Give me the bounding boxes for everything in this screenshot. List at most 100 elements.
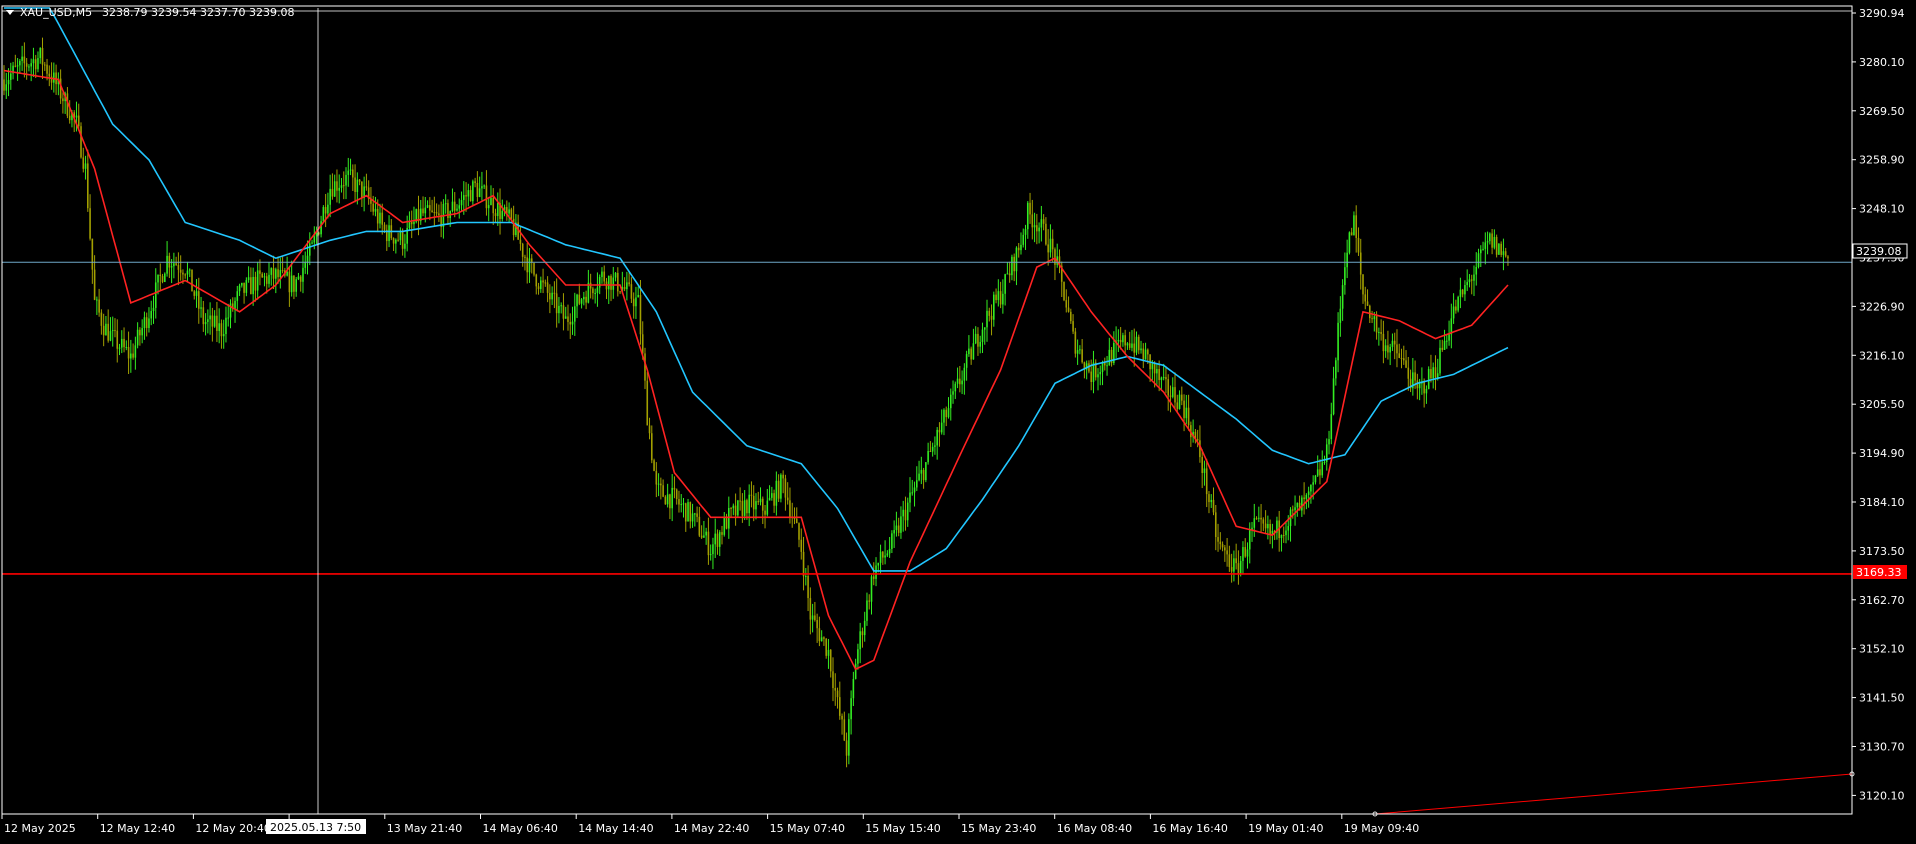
- candle-body: [148, 318, 150, 328]
- candle-body: [999, 291, 1002, 305]
- price-tick-label: 3280.10: [1859, 56, 1905, 69]
- candle-body: [564, 316, 567, 319]
- candle-body: [1504, 251, 1507, 257]
- candle-body: [141, 328, 143, 336]
- candle-body: [1156, 369, 1158, 374]
- candle-body: [759, 498, 762, 503]
- candle-body: [130, 353, 132, 359]
- candle-body: [207, 319, 209, 322]
- candle-body: [268, 274, 270, 284]
- candle-body: [1271, 530, 1274, 534]
- candle-body: [823, 637, 825, 639]
- candle-body: [41, 48, 44, 65]
- candle-body: [1008, 273, 1011, 276]
- candle-body: [510, 209, 513, 219]
- candle-body: [979, 341, 982, 347]
- candle-body: [490, 197, 492, 206]
- candle-body: [444, 203, 447, 205]
- candle-body: [521, 243, 524, 257]
- candle-body: [1219, 541, 1222, 545]
- candle-body: [723, 517, 726, 535]
- candle-body: [209, 315, 211, 320]
- candle-body: [1090, 371, 1092, 383]
- candle-body: [949, 394, 952, 409]
- candle-body: [302, 267, 304, 282]
- candle-body: [1124, 335, 1126, 346]
- candle-body: [1341, 285, 1344, 309]
- candle-body: [14, 65, 17, 67]
- candle-body: [213, 315, 216, 327]
- candle-body: [462, 195, 465, 201]
- candle-body: [1002, 293, 1004, 305]
- candle-body: [705, 531, 707, 536]
- price-tick-label: 3269.50: [1859, 105, 1905, 118]
- candle-body: [1380, 332, 1382, 334]
- candle-body: [650, 433, 653, 461]
- price-chart[interactable]: 3290.943280.103269.503258.903248.103237.…: [0, 0, 1916, 840]
- chart-header: XAU_USD,M5 3238.79 3239.54 3237.70 3239.…: [6, 6, 294, 19]
- candle-body: [1063, 281, 1065, 301]
- candle-body: [1126, 343, 1129, 346]
- candle-body: [1366, 301, 1369, 306]
- candle-body: [164, 273, 166, 282]
- candle-body: [897, 525, 900, 533]
- candle-body: [1314, 475, 1317, 483]
- candle-body: [913, 487, 916, 493]
- candle-body: [689, 502, 692, 522]
- candle-body: [1026, 202, 1029, 230]
- candle-body: [324, 207, 327, 214]
- time-tick-label: 19 May 01:40: [1248, 822, 1323, 835]
- candle-body: [472, 181, 474, 202]
- candle-body: [1479, 249, 1482, 254]
- candle-body: [1031, 214, 1034, 228]
- candle-body: [123, 338, 125, 348]
- candle-body: [1332, 378, 1335, 415]
- candle-body: [931, 446, 934, 452]
- candle-body: [660, 483, 662, 486]
- candle-body: [75, 115, 78, 118]
- candle-body: [607, 275, 610, 290]
- candle-body: [1393, 340, 1396, 345]
- candle-body: [784, 478, 787, 498]
- candle-body: [927, 451, 929, 463]
- candle-body: [848, 719, 850, 756]
- candle-body: [1364, 294, 1367, 302]
- candle-body: [1174, 387, 1176, 403]
- candle-body: [583, 296, 585, 300]
- candle-body: [1196, 439, 1199, 441]
- candle-body: [863, 620, 866, 636]
- candle-body: [1099, 371, 1102, 375]
- candle-body: [365, 186, 368, 188]
- candle-body: [673, 487, 676, 490]
- candle-body: [157, 274, 159, 283]
- candle-body: [859, 631, 861, 650]
- price-tick-label: 3173.50: [1859, 545, 1905, 558]
- candle-body: [915, 480, 918, 488]
- candle-body: [9, 73, 12, 80]
- candle-body: [700, 535, 703, 538]
- candle-body: [1185, 407, 1188, 419]
- candle-body: [1248, 530, 1251, 550]
- chart-canvas[interactable]: 3290.943280.103269.503258.903248.103237.…: [0, 0, 1916, 840]
- candle-body: [1396, 344, 1398, 354]
- candle-body: [1137, 336, 1140, 351]
- support-price-label: 3169.33: [1856, 566, 1902, 579]
- candle-body: [145, 317, 148, 328]
- candle-body: [1203, 468, 1206, 473]
- candle-body: [1020, 244, 1022, 251]
- candle-body: [1346, 252, 1348, 268]
- candle-body: [748, 494, 750, 514]
- candle-body: [1280, 535, 1283, 539]
- candle-body: [1486, 241, 1489, 243]
- candle-body: [558, 305, 560, 314]
- candle-body: [395, 239, 397, 244]
- candle-body: [519, 239, 522, 244]
- candle-body: [496, 203, 499, 217]
- candle-body: [1217, 537, 1219, 542]
- candle-body: [694, 513, 696, 515]
- candle-body: [84, 163, 87, 169]
- candle-body: [347, 170, 350, 175]
- candle-body: [250, 277, 252, 295]
- candle-body: [943, 409, 945, 423]
- candle-body: [1230, 567, 1233, 572]
